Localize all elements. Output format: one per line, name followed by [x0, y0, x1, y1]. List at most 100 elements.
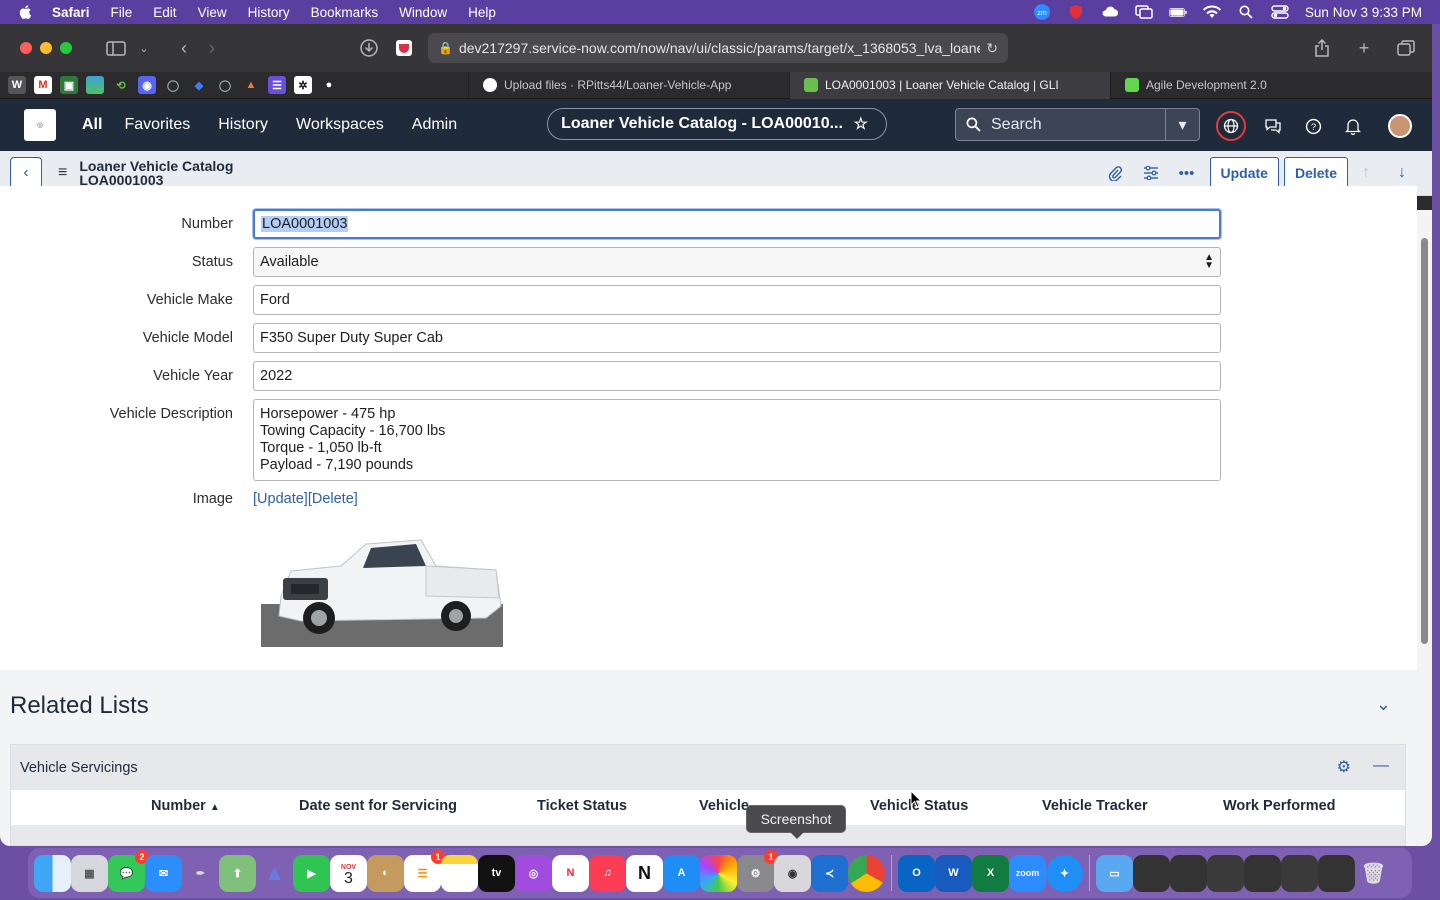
back-button[interactable]: ‹: [10, 157, 42, 189]
excel-icon[interactable]: X: [972, 854, 1009, 892]
music-icon[interactable]: ♫: [589, 854, 626, 892]
new-tab-icon[interactable]: +: [1350, 34, 1378, 62]
share-icon[interactable]: [1308, 34, 1336, 62]
nav-admin[interactable]: Admin: [412, 116, 457, 134]
minimized-window-3-icon[interactable]: [1207, 854, 1244, 892]
chrome-icon[interactable]: [848, 854, 885, 892]
menu-help[interactable]: Help: [468, 5, 496, 20]
contacts-icon[interactable]: ◐: [367, 854, 404, 892]
favorite-acrobat-icon[interactable]: ▲: [242, 76, 260, 94]
apple-tv-icon[interactable]: tv: [478, 854, 515, 892]
form-context-menu-icon[interactable]: ≡: [58, 164, 67, 182]
maps-icon[interactable]: ⬆: [219, 854, 256, 892]
mail-icon[interactable]: ✉: [145, 854, 182, 892]
zoom-tray-icon[interactable]: zm: [1033, 4, 1051, 20]
word-icon[interactable]: W: [935, 854, 972, 892]
tab-github-upload[interactable]: Upload files · RPitts44/Loaner-Vehicle-A…: [468, 71, 789, 99]
sidebar-toggle-icon[interactable]: [102, 34, 130, 62]
vscode-icon[interactable]: ≺: [811, 854, 848, 892]
forward-icon[interactable]: ›: [198, 34, 226, 62]
nav-history[interactable]: History: [218, 116, 268, 134]
reload-icon[interactable]: ↻: [986, 40, 998, 57]
menu-window[interactable]: Window: [399, 5, 447, 20]
favorite-github-icon[interactable]: ●: [320, 76, 338, 94]
list-settings-gear-icon[interactable]: ⚙: [1337, 757, 1351, 777]
menu-bookmarks[interactable]: Bookmarks: [311, 5, 379, 20]
attachment-icon[interactable]: [1097, 157, 1133, 189]
favorite-gmail-icon[interactable]: M: [34, 76, 52, 94]
next-record-icon[interactable]: ↓: [1384, 157, 1420, 189]
previous-record-icon[interactable]: ↑: [1348, 157, 1384, 189]
wifi-icon[interactable]: [1202, 5, 1221, 19]
scrollbar-thumb[interactable]: [1421, 238, 1428, 644]
nav-workspaces[interactable]: Workspaces: [296, 116, 384, 134]
safari-icon[interactable]: ✦: [1046, 854, 1083, 892]
zoom-window-button[interactable]: [60, 42, 72, 54]
nav-all[interactable]: All: [82, 116, 102, 134]
xcode-instruments-icon[interactable]: ✒: [182, 855, 219, 892]
column-vehicle-tracker[interactable]: Vehicle Tracker: [1042, 798, 1148, 814]
image-update-link[interactable]: [Update]: [253, 491, 308, 507]
tab-loaner-vehicle[interactable]: LOA0001003 | Loaner Vehicle Catalog | GL…: [789, 71, 1110, 99]
status-select[interactable]: Available ▲ ▼: [253, 247, 1221, 277]
tab-overview-icon[interactable]: [1392, 34, 1420, 62]
back-icon[interactable]: ‹: [170, 34, 198, 62]
column-vehicle[interactable]: Vehicle: [699, 798, 749, 814]
minimized-window-6-icon[interactable]: [1318, 854, 1355, 892]
address-bar[interactable]: 🔒 dev217297.service-now.com/now/nav/ui/c…: [428, 33, 1008, 63]
menubar-clock[interactable]: Sun Nov 3 9:33 PM: [1305, 5, 1422, 20]
help-icon[interactable]: ?: [1300, 113, 1326, 139]
search-scope-dropdown[interactable]: ▾: [1165, 109, 1199, 140]
minimized-window-5-icon[interactable]: [1281, 854, 1318, 892]
minimized-window-1-icon[interactable]: [1133, 854, 1170, 892]
update-button[interactable]: Update: [1209, 157, 1279, 189]
globe-icon[interactable]: [1216, 111, 1246, 141]
photos-icon[interactable]: [700, 854, 737, 892]
image-delete-link[interactable]: [Delete]: [308, 491, 358, 507]
delete-button[interactable]: Delete: [1283, 157, 1348, 189]
download-icon[interactable]: [355, 34, 383, 62]
favorite-chatgpt-icon[interactable]: ✲: [294, 76, 312, 94]
menu-file[interactable]: File: [111, 5, 133, 20]
company-logo[interactable]: ◎: [24, 109, 56, 141]
minimized-window-2-icon[interactable]: [1170, 854, 1207, 892]
minimize-window-button[interactable]: [40, 42, 52, 54]
column-ticket-status[interactable]: Ticket Status: [537, 798, 627, 814]
menu-edit[interactable]: Edit: [153, 5, 176, 20]
global-search[interactable]: Search ▾: [955, 108, 1200, 141]
menu-view[interactable]: View: [198, 5, 227, 20]
user-avatar[interactable]: [1388, 114, 1412, 138]
sidebar-menu-chevron-icon[interactable]: ⌄: [130, 34, 158, 62]
notion-icon[interactable]: N: [626, 854, 663, 892]
app-store-icon[interactable]: A: [663, 854, 700, 892]
context-title-pill[interactable]: Loaner Vehicle Catalog - LOA00010... ☆: [547, 108, 887, 140]
launchpad-icon[interactable]: ▦: [71, 854, 108, 892]
minimize-list-icon[interactable]: —: [1373, 757, 1389, 777]
vehicle-year-field[interactable]: 2022: [253, 361, 1221, 391]
screen-mirroring-icon[interactable]: [1135, 5, 1153, 19]
menu-app-name[interactable]: Safari: [52, 5, 90, 20]
favorite-bookmark-icon[interactable]: ▣: [60, 76, 78, 94]
downloads-folder-icon[interactable]: ▭: [1096, 854, 1133, 892]
nav-favorites[interactable]: Favorites: [124, 116, 190, 134]
favorite-servicenow-icon[interactable]: ⟲: [112, 76, 130, 94]
reminders-icon[interactable]: ☰ 1: [404, 849, 445, 892]
number-field[interactable]: LOA0001003: [253, 209, 1221, 239]
notifications-bell-icon[interactable]: [1340, 113, 1366, 139]
collapse-related-chevron-icon[interactable]: ⌄: [1376, 694, 1391, 715]
calendar-icon[interactable]: NOV 3: [330, 854, 367, 892]
facetime-icon[interactable]: ▶: [293, 854, 330, 892]
page-scrollbar[interactable]: [1417, 210, 1432, 846]
favorite-servicenow-2-icon[interactable]: ◯: [164, 76, 182, 94]
minimized-window-4-icon[interactable]: [1244, 854, 1281, 892]
screenshot-icon[interactable]: ◉: [774, 854, 811, 892]
apple-logo-icon[interactable]: [18, 4, 34, 20]
menu-history[interactable]: History: [248, 5, 290, 20]
vehicle-model-field[interactable]: F350 Super Duty Super Cab: [253, 323, 1221, 353]
podcasts-icon[interactable]: ◎: [515, 854, 552, 892]
messages-icon[interactable]: 💬 2: [108, 849, 149, 892]
outlook-icon[interactable]: O: [898, 854, 935, 892]
address-url[interactable]: dev217297.service-now.com/now/nav/ui/cla…: [459, 40, 980, 56]
vehicle-make-field[interactable]: Ford: [253, 285, 1221, 315]
more-options-icon[interactable]: •••: [1169, 157, 1205, 189]
